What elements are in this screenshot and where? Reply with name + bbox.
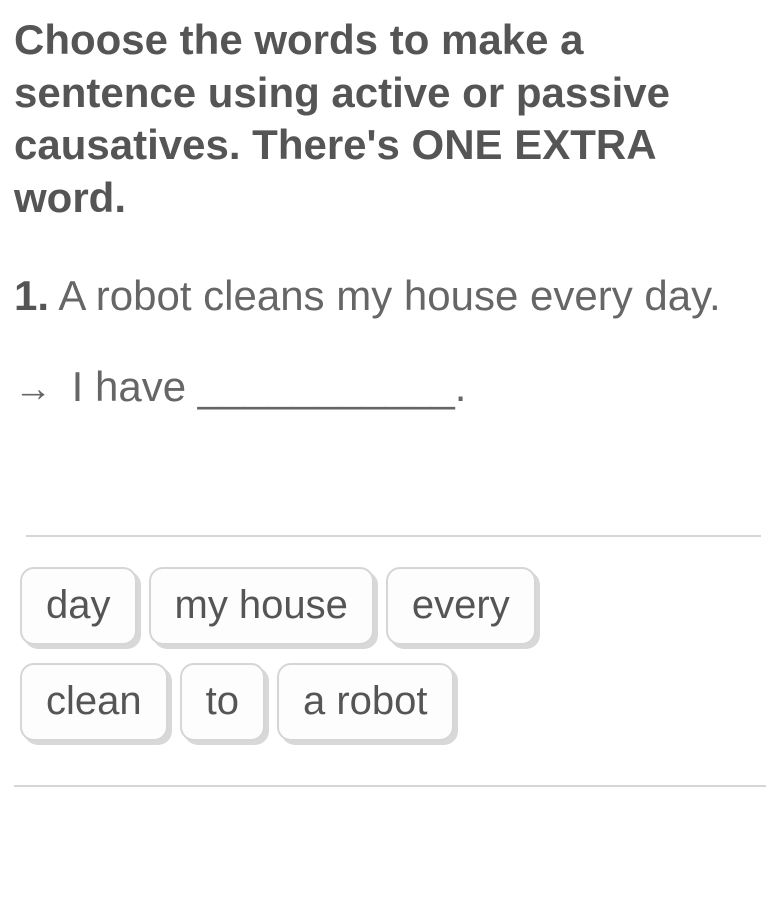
answer-blank[interactable]: ___________ — [198, 363, 455, 410]
answer-suffix: . — [455, 363, 467, 410]
instructions-text: Choose the words to make a sentence usin… — [14, 14, 766, 224]
word-row-1: day my house every — [20, 567, 766, 645]
answer-prefix: I have — [72, 363, 186, 410]
word-tile-day[interactable]: day — [20, 567, 137, 645]
question-line: 1. A robot cleans my house every day. — [14, 268, 766, 325]
word-tile-to[interactable]: to — [180, 663, 265, 741]
word-tile-clean[interactable]: clean — [20, 663, 168, 741]
exercise-page: Choose the words to make a sentence usin… — [0, 0, 780, 787]
arrow-icon: → — [14, 364, 52, 415]
word-tile-a-robot[interactable]: a robot — [277, 663, 454, 741]
word-row-2: clean to a robot — [20, 663, 766, 741]
divider-line — [26, 535, 761, 537]
word-tile-my-house[interactable]: my house — [149, 567, 374, 645]
bottom-border — [14, 785, 766, 787]
word-bank: day my house every clean to a robot — [14, 567, 766, 769]
question-text: A robot cleans my house every day. — [58, 272, 720, 319]
question-number: 1. — [14, 272, 49, 319]
answer-line: → I have ___________. — [14, 359, 766, 416]
word-tile-every[interactable]: every — [386, 567, 536, 645]
